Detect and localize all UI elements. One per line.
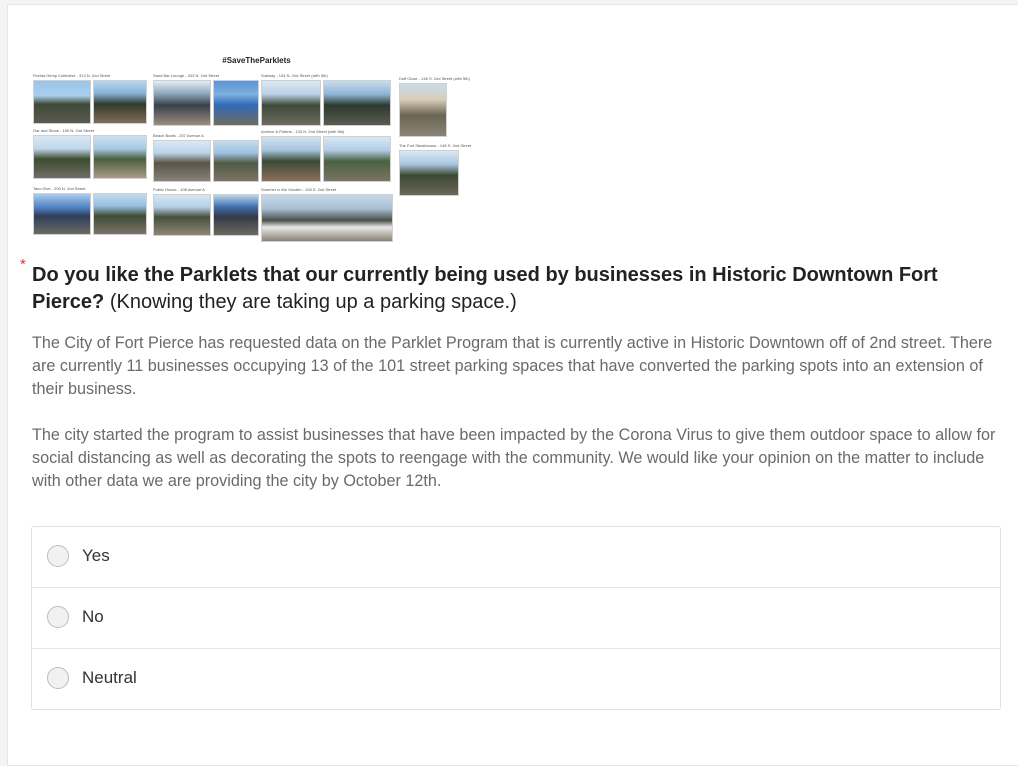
answer-choices: Yes No Neutral (31, 526, 1001, 710)
parklets-collage-image: #SaveTheParklets Florida Hemp Collective… (33, 56, 480, 242)
choice-neutral[interactable]: Neutral (32, 649, 1000, 709)
collage-caption: Florida Hemp Collective - 313 N. 2nd Str… (33, 73, 111, 78)
choice-yes[interactable]: Yes (32, 527, 1000, 588)
description-paragraph: The city started the program to assist b… (32, 426, 996, 490)
collage-photo (213, 140, 259, 182)
collage-photo (153, 140, 211, 182)
collage-caption: Archive & Potters - 133 N. 2nd Street (w… (261, 129, 345, 134)
collage-photo (153, 80, 211, 126)
radio-button[interactable] (47, 667, 69, 689)
collage-caption: Duff Close - 148 S. 2nd Street (with 5th… (399, 76, 470, 81)
collage-photo (261, 80, 321, 126)
radio-button[interactable] (47, 606, 69, 628)
collage-photo (93, 80, 147, 124)
question-title: Do you like the Parklets that our curren… (32, 262, 992, 316)
collage-caption: Public House - 108 Avenue A (153, 187, 205, 192)
collage-photo (93, 135, 147, 179)
question-title-note: (Knowing they are taking up a parking sp… (104, 291, 517, 313)
collage-photo (399, 83, 447, 137)
collage-photo (33, 193, 91, 235)
collage-title: #SaveTheParklets (222, 56, 291, 65)
collage-photo (153, 194, 211, 236)
collage-caption: Sand Bar Lounge - 203 N. 2nd Street (153, 73, 220, 78)
collage-caption: Subway - 104 N. 2nd Street (with 5th) (261, 73, 328, 78)
collage-caption: Beach Boats - 207 Avenue A (153, 133, 204, 138)
choice-label: No (82, 607, 104, 626)
collage-photo (33, 80, 91, 124)
choice-no[interactable]: No (32, 588, 1000, 649)
collage-photo (93, 193, 147, 235)
collage-photo (399, 150, 459, 196)
collage-photo (323, 80, 391, 126)
collage-photo (213, 194, 259, 236)
collage-photo (33, 135, 91, 179)
collage-photo (261, 194, 393, 242)
collage-caption: Taco Dive - 200 N. 2nd Street (33, 186, 86, 191)
collage-photo (213, 80, 259, 126)
choice-label: Yes (82, 546, 110, 565)
radio-button[interactable] (47, 545, 69, 567)
question-description: The City of Fort Pierce has requested da… (32, 332, 997, 493)
collage-photo (323, 136, 391, 182)
description-paragraph: The City of Fort Pierce has requested da… (32, 334, 993, 398)
collage-caption: Oar and Stone - 150 N. 2nd Street (33, 128, 94, 133)
required-marker: * (20, 256, 26, 273)
collage-photo (261, 136, 321, 182)
collage-caption: Summer in the Garden - 108 S. 2nd Street (261, 187, 337, 192)
choice-label: Neutral (82, 668, 137, 687)
collage-caption: The Fort Steakhouse - 148 S. 2nd Street (399, 143, 472, 148)
